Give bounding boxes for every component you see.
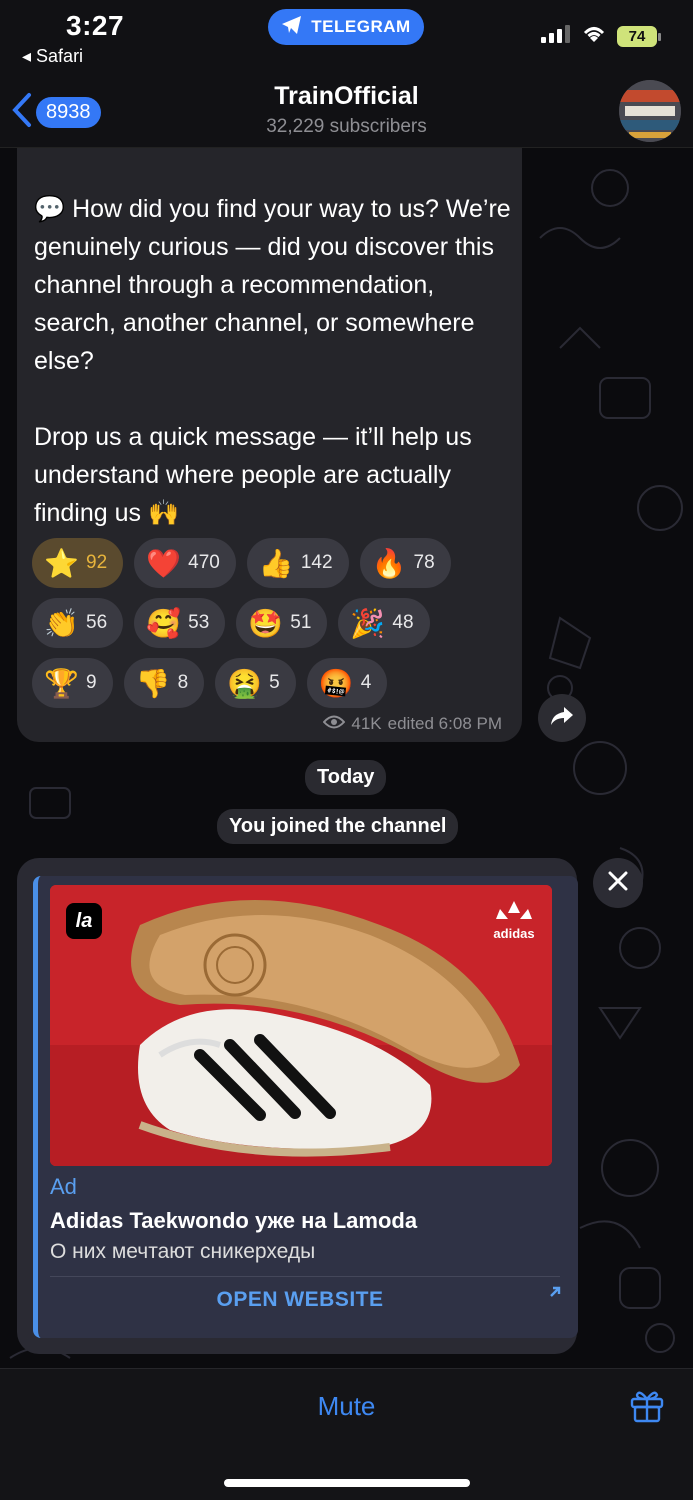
signal-icon <box>541 25 571 48</box>
home-indicator <box>224 1479 470 1487</box>
clap-emoji-icon: 👏 <box>44 607 79 639</box>
reaction-count: 142 <box>300 552 333 573</box>
reaction-count: 92 <box>86 552 108 573</box>
reaction-count: 56 <box>86 612 108 633</box>
ad-content: la adidas Ad Adidas Taekwondo уже на Lam… <box>33 876 578 1338</box>
view-count: 41K <box>351 714 382 733</box>
forward-button[interactable] <box>538 694 586 742</box>
reaction-star-struck[interactable]: 🤩 51 <box>236 598 328 648</box>
joined-notice: You joined the channel <box>217 809 459 844</box>
reaction-count: 48 <box>392 612 414 633</box>
reaction-count: 9 <box>86 672 97 693</box>
ad-description: О них мечтают сникерхеды <box>50 1240 316 1263</box>
telegram-pill-label: TELEGRAM <box>311 17 411 36</box>
love-face-emoji-icon: 🥰 <box>146 607 182 639</box>
heart-emoji-icon: ❤️ <box>146 547 182 579</box>
reaction-cursing[interactable]: 🤬 4 <box>306 658 388 708</box>
party-popper-emoji-icon: 🎉 <box>350 607 386 639</box>
gift-button[interactable] <box>629 1387 665 1428</box>
reaction-count: 53 <box>188 612 210 633</box>
ad-image[interactable]: la adidas <box>50 885 552 1166</box>
close-icon <box>607 870 629 897</box>
message-paragraph: Drop us a quick message — it’ll help us … <box>34 423 472 527</box>
reaction-heart[interactable]: ❤️ 470 <box>134 538 236 588</box>
fire-emoji-icon: 🔥 <box>371 547 407 579</box>
reaction-love-face[interactable]: 🥰 53 <box>134 598 226 648</box>
subscriber-count: 32,229 subscribers <box>266 116 427 137</box>
reaction-row: 👏 56 🥰 53 🤩 51 🎉 48 <box>32 598 512 648</box>
thumbs-down-emoji-icon: 👎 <box>135 667 171 699</box>
reaction-clap[interactable]: 👏 56 <box>32 598 124 648</box>
reaction-row: 🏆 9 👎 8 🤮 5 🤬 4 <box>32 658 512 708</box>
reaction-row: ⭐ 92 ❤️ 470 👍 142 🔥 78 <box>32 538 512 588</box>
mute-button[interactable]: Mute <box>0 1391 693 1422</box>
reaction-count: 8 <box>177 672 189 693</box>
trophy-emoji-icon: 🏆 <box>44 667 79 699</box>
channel-message[interactable]: 💬 How did you find your way to us? We’re… <box>17 148 522 742</box>
ad-title: Adidas Taekwondo уже на Lamoda <box>50 1208 418 1233</box>
reaction-party[interactable]: 🎉 48 <box>338 598 430 648</box>
adidas-logo-text: adidas <box>493 926 535 941</box>
share-arrow-icon <box>550 706 574 731</box>
telegram-pill[interactable]: TELEGRAM <box>268 9 424 45</box>
divider <box>50 1276 560 1277</box>
star-emoji-icon: ⭐ <box>44 547 79 579</box>
lamoda-logo: la <box>66 903 102 939</box>
reaction-star[interactable]: ⭐ 92 <box>32 538 124 588</box>
ad-label: Ad <box>50 1174 77 1199</box>
close-ad-button[interactable] <box>593 858 643 908</box>
cursing-face-emoji-icon: 🤬 <box>318 667 354 699</box>
reaction-count: 78 <box>413 552 435 573</box>
adidas-trefoil-icon <box>496 901 532 919</box>
edited-time: edited 6:08 PM <box>387 714 502 733</box>
date-separator: Today <box>305 760 387 795</box>
reaction-vomit[interactable]: 🤮 5 <box>215 658 296 708</box>
eye-icon <box>323 714 346 734</box>
reaction-count: 4 <box>360 672 372 693</box>
back-to-safari-link[interactable]: ◂ Safari <box>22 46 83 67</box>
external-link-icon <box>548 1282 562 1305</box>
message-paragraph: 💬 How did you find your way to us? We’re… <box>34 195 511 375</box>
reaction-thumbs-down[interactable]: 👎 8 <box>123 658 205 708</box>
message-meta: 41K edited 6:08 PM <box>323 714 502 734</box>
wifi-icon <box>581 24 607 49</box>
reaction-count: 470 <box>188 552 220 573</box>
gift-icon <box>629 1391 665 1427</box>
reaction-trophy[interactable]: 🏆 9 <box>32 658 113 708</box>
channel-title[interactable]: TrainOfficial <box>0 82 693 111</box>
sponsored-ad[interactable]: la adidas Ad Adidas Taekwondo уже на Lam… <box>17 858 578 1354</box>
reaction-count: 5 <box>269 672 280 693</box>
system-icons: 74 <box>541 24 661 49</box>
star-struck-emoji-icon: 🤩 <box>248 607 284 639</box>
battery-icon: 74 <box>617 26 661 47</box>
thumbs-up-emoji-icon: 👍 <box>258 547 294 579</box>
adidas-logo: adidas <box>492 899 536 941</box>
reaction-thumbs-up[interactable]: 👍 142 <box>246 538 349 588</box>
status-bar: 3:27 ◂ Safari TELEGRAM 74 <box>0 0 693 72</box>
telegram-plane-icon <box>281 15 303 40</box>
channel-avatar[interactable] <box>619 80 681 142</box>
reactions: ⭐ 92 ❤️ 470 👍 142 🔥 78 👏 56 🥰 53 🤩 51 🎉 48 🏆 9 👎 8… <box>32 538 512 718</box>
channel-header: 8938 TrainOfficial 32,229 subscribers <box>0 72 693 148</box>
vomit-emoji-icon: 🤮 <box>227 667 263 699</box>
open-website-button[interactable]: OPEN WEBSITE <box>50 1288 550 1312</box>
reaction-fire[interactable]: 🔥 78 <box>359 538 451 588</box>
reaction-count: 51 <box>290 612 312 633</box>
clock: 3:27 <box>66 10 125 41</box>
message-text: 💬 How did you find your way to us? We’re… <box>34 190 514 570</box>
